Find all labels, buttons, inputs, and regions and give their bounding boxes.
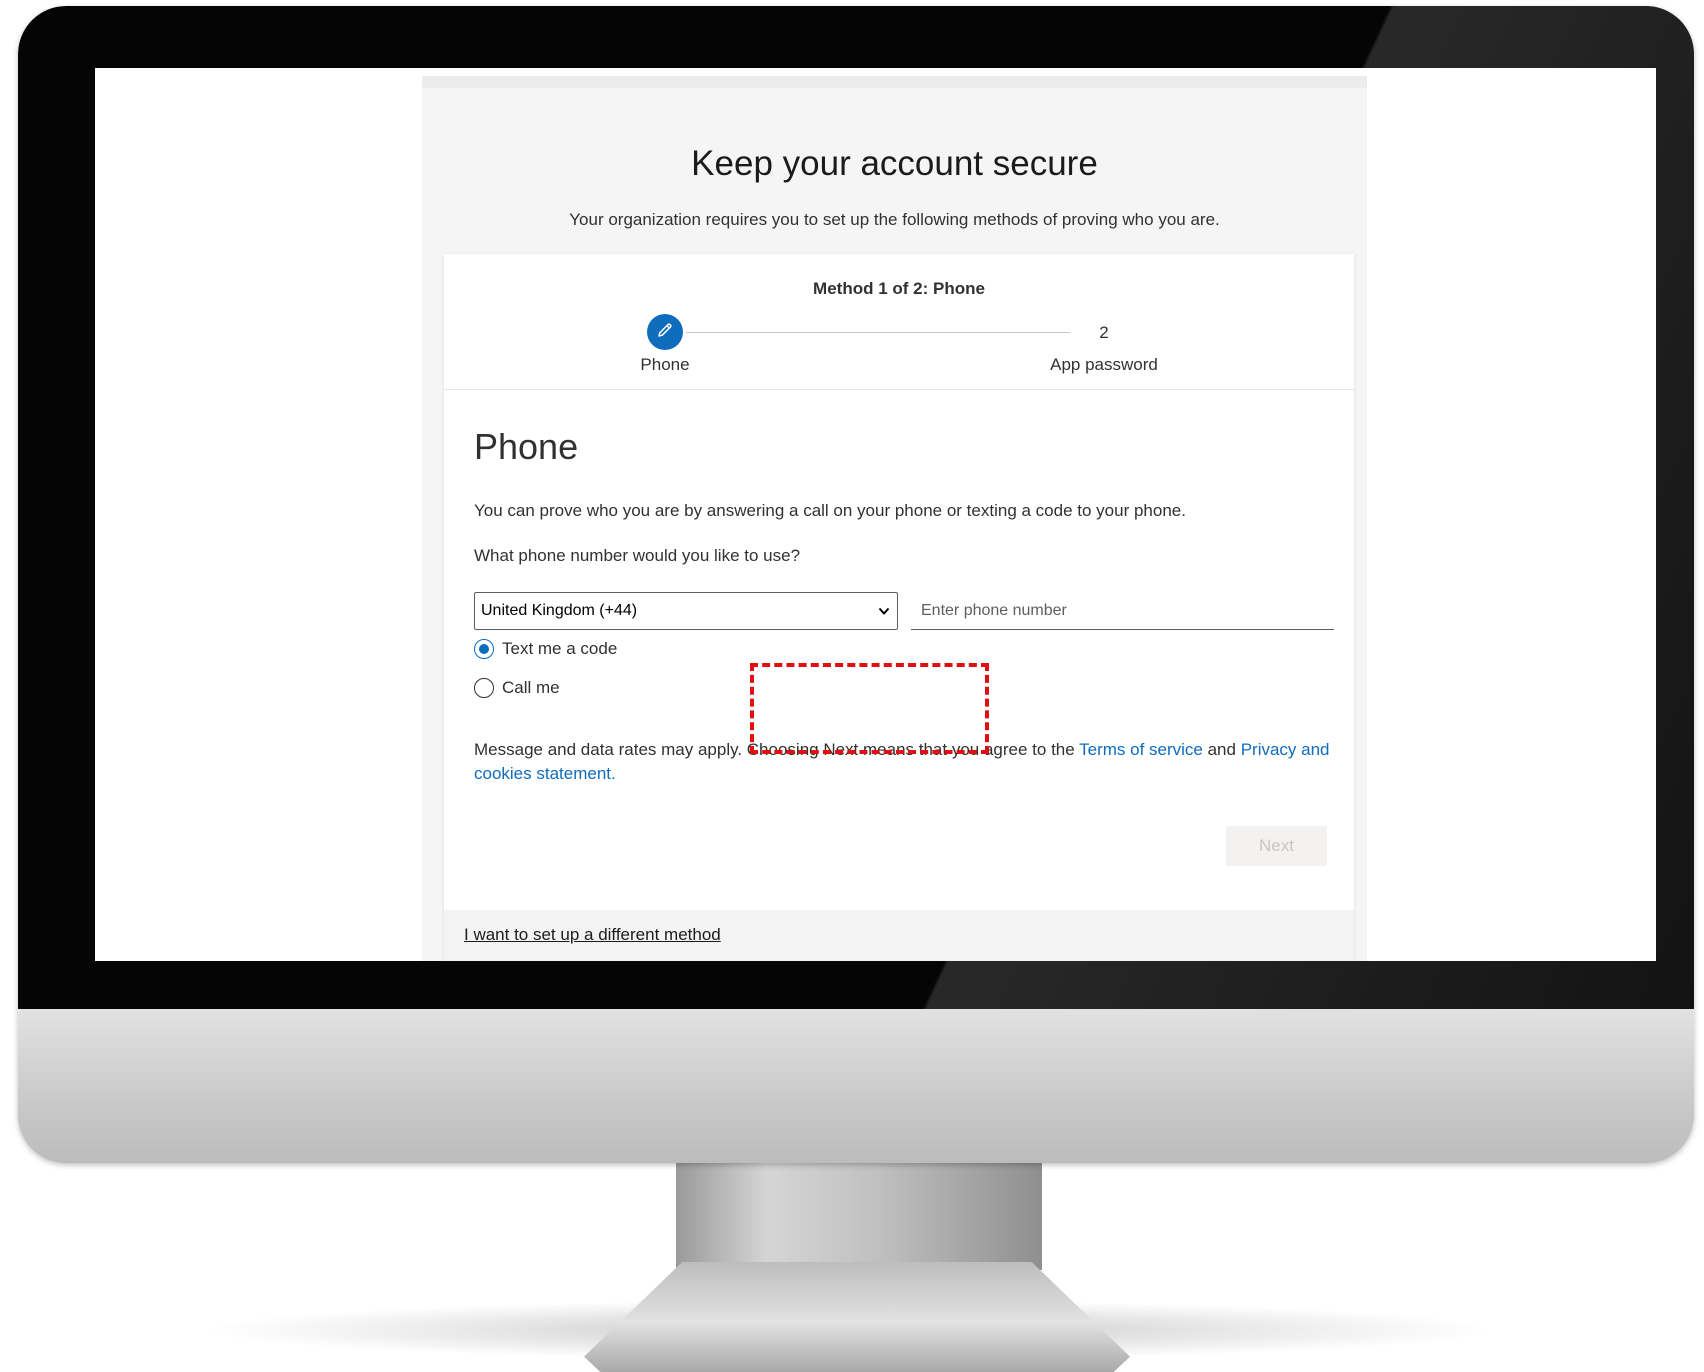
next-button[interactable]: Next bbox=[1226, 826, 1327, 866]
monitor-chin bbox=[18, 1009, 1694, 1163]
country-code-select[interactable]: United Kingdom (+44) bbox=[474, 592, 898, 630]
option-label: Text me a code bbox=[502, 639, 618, 658]
step-1-label: Phone bbox=[640, 355, 690, 374]
radio-selected[interactable] bbox=[474, 639, 494, 659]
setup-panel: Keep your account secure Your organizati… bbox=[422, 76, 1367, 961]
option-text-me-a-code[interactable]: Text me a code bbox=[474, 639, 617, 659]
page-title: Keep your account secure bbox=[691, 144, 1098, 183]
section-title: Phone bbox=[474, 426, 579, 467]
method-card: Method 1 of 2: Phone Phone 2 App passwor… bbox=[444, 254, 1354, 961]
card-divider bbox=[444, 389, 1354, 390]
monitor-stand-base bbox=[584, 1262, 1130, 1372]
page-subtitle: Your organization requires you to set up… bbox=[569, 210, 1220, 229]
step-2-label: App password bbox=[1050, 355, 1158, 374]
option-label: Call me bbox=[502, 678, 560, 697]
legal-middle: and bbox=[1202, 740, 1241, 759]
radio-unselected[interactable] bbox=[474, 678, 494, 698]
phone-question: What phone number would you like to use? bbox=[474, 546, 801, 565]
step-connector bbox=[686, 332, 1070, 333]
terms-of-service-link[interactable]: Terms of service bbox=[1079, 740, 1203, 759]
method-title: Method 1 of 2: Phone bbox=[813, 279, 985, 298]
chevron-down-icon bbox=[877, 604, 891, 618]
step-1-indicator bbox=[647, 314, 683, 350]
pencil-icon bbox=[656, 321, 674, 344]
monitor: Keep your account secure Your organizati… bbox=[18, 6, 1694, 1163]
step-2-number: 2 bbox=[1099, 323, 1109, 342]
country-code-value: United Kingdom (+44) bbox=[481, 602, 638, 619]
phone-number-input[interactable] bbox=[911, 592, 1334, 630]
screen: Keep your account secure Your organizati… bbox=[95, 68, 1656, 961]
section-description: You can prove who you are by answering a… bbox=[474, 501, 1186, 520]
different-method-link[interactable]: I want to set up a different method bbox=[464, 925, 721, 945]
highlight-annotation-box bbox=[750, 663, 989, 754]
monitor-stand-neck bbox=[676, 1160, 1042, 1270]
card-footer: I want to set up a different method bbox=[444, 910, 1354, 961]
option-call-me[interactable]: Call me bbox=[474, 678, 560, 698]
